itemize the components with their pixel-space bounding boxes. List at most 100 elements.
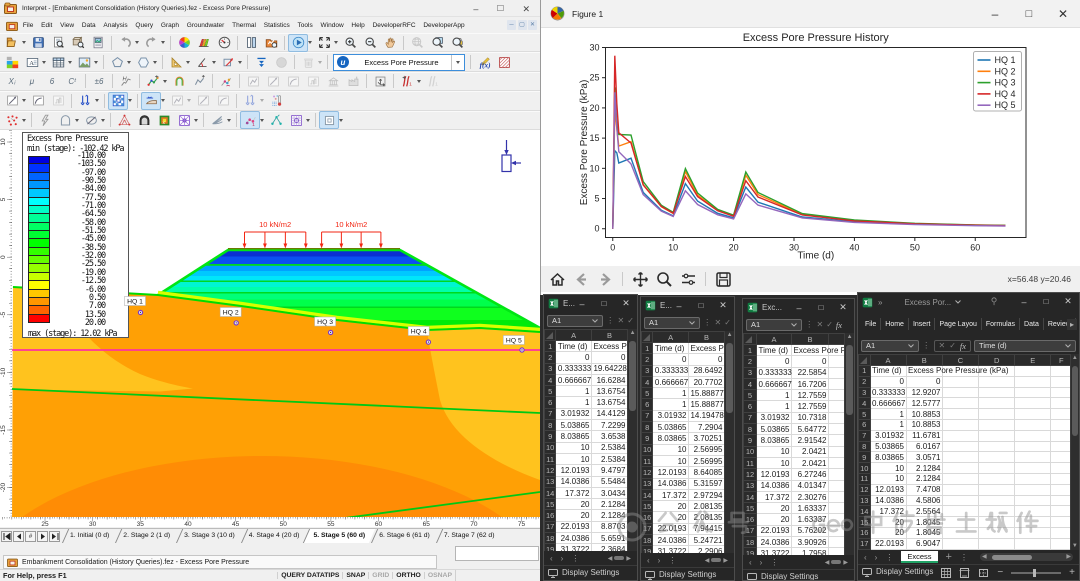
name-box[interactable]: A1 — [746, 319, 802, 331]
excel-minimize-button[interactable]: – — [668, 301, 690, 311]
cell[interactable]: 0.666667 — [757, 378, 792, 389]
cell[interactable] — [943, 452, 979, 463]
row-header[interactable]: 18 — [744, 537, 757, 548]
figure-plot-area[interactable]: Excess Pore Pressure History010203040506… — [541, 28, 1080, 266]
show-queries-button[interactable]: 1 — [397, 72, 417, 90]
vertical-scrollbar[interactable]: ▲ — [844, 333, 854, 555]
row-header[interactable]: 17 — [642, 523, 653, 534]
cell[interactable] — [1015, 376, 1051, 387]
cell[interactable]: 13.6754 — [591, 397, 627, 408]
cell[interactable]: 15.88877 — [688, 399, 724, 410]
row-header[interactable]: 15 — [744, 503, 757, 514]
cell[interactable]: 6.9047 — [906, 538, 943, 549]
measure-button[interactable] — [166, 53, 186, 71]
cell[interactable]: 16.7206 — [792, 378, 829, 389]
save-figure-button[interactable] — [713, 270, 733, 288]
cell[interactable] — [979, 387, 1015, 398]
material-query-gray-button[interactable] — [48, 92, 68, 110]
cell[interactable]: 0 — [870, 376, 906, 387]
stage-tool-2-button[interactable] — [193, 92, 213, 110]
show-water-table-button[interactable] — [141, 92, 161, 110]
cell[interactable] — [979, 409, 1015, 420]
cell[interactable]: 5.24721 — [688, 535, 724, 546]
vertical-scrollbar[interactable]: ▲ — [724, 331, 734, 553]
cell[interactable]: 20.7702 — [688, 376, 724, 387]
column-header[interactable]: B — [906, 355, 943, 366]
select-all-corner[interactable] — [744, 334, 757, 345]
project-settings-button[interactable] — [261, 34, 281, 52]
cell[interactable]: 12.7559 — [792, 401, 829, 412]
export-image-button[interactable] — [88, 34, 108, 52]
row-header[interactable]: 7 — [545, 408, 556, 419]
row-header[interactable]: 3 — [744, 367, 757, 378]
stage-tab-4[interactable]: 4. Stage 4 (20 d) — [239, 529, 304, 543]
dropdown-caret[interactable] — [318, 61, 322, 64]
cell[interactable] — [943, 538, 979, 549]
cell[interactable]: 2.5384 — [591, 453, 627, 464]
cell[interactable]: Excess Po — [591, 341, 627, 352]
cell[interactable]: 8.8703 — [591, 521, 627, 532]
excel-minimize-button[interactable]: – — [788, 303, 810, 313]
graph-arrow-button[interactable] — [263, 72, 283, 90]
row-header[interactable]: 12 — [744, 469, 757, 480]
cell[interactable]: 10 — [556, 442, 592, 453]
fan-button[interactable] — [207, 111, 227, 129]
cell[interactable] — [979, 527, 1015, 538]
cell[interactable] — [1015, 366, 1051, 377]
cell[interactable]: 10 — [757, 446, 792, 457]
interpret-minimize-button[interactable]: – — [473, 4, 478, 14]
six-button[interactable]: 6 — [42, 72, 62, 90]
cell[interactable]: 6.27246 — [792, 469, 829, 480]
cell[interactable]: 0 — [792, 356, 829, 367]
cell[interactable]: 20 — [556, 510, 592, 521]
name-box[interactable]: A1 — [861, 340, 919, 352]
horizontal-scrollbar[interactable]: ◀▶ — [980, 553, 1073, 561]
dial-button[interactable] — [214, 34, 234, 52]
cell[interactable] — [979, 463, 1015, 474]
cell[interactable]: 5.64772 — [792, 424, 829, 435]
plusminus-button[interactable]: ±6 — [89, 72, 109, 90]
cell[interactable]: 5.31597 — [688, 478, 724, 489]
row-header[interactable]: 18 — [642, 535, 653, 546]
cell[interactable]: 3.01932 — [757, 412, 792, 423]
cell[interactable]: 10.8853 — [906, 409, 943, 420]
legend-toggle-button[interactable] — [2, 53, 22, 71]
cell[interactable]: 12.0193 — [556, 465, 592, 476]
cell[interactable]: 12.7559 — [792, 390, 829, 401]
row-header[interactable]: 9 — [744, 435, 757, 446]
cell[interactable] — [943, 473, 979, 484]
angle-button[interactable] — [192, 53, 212, 71]
cell[interactable]: 2.91542 — [792, 435, 829, 446]
row-header[interactable]: 15 — [642, 501, 653, 512]
status-toggle-ortho[interactable]: ORTHO — [392, 572, 424, 579]
cell[interactable]: 12.5777 — [906, 398, 943, 409]
cell[interactable]: 7.4708 — [906, 484, 943, 495]
user-data-button[interactable]: f(x) — [474, 53, 494, 71]
add-table-button[interactable] — [48, 53, 68, 71]
cell[interactable]: 22.0193 — [556, 521, 592, 532]
cell[interactable]: 10 — [653, 455, 689, 466]
cell[interactable]: 1 — [757, 390, 792, 401]
excel-grid[interactable]: AB1Time (d)Excess Pore P20030.33333322.5… — [743, 333, 854, 555]
history-query-point[interactable]: HQ 5 — [503, 336, 524, 353]
cell[interactable]: 3.90926 — [792, 537, 829, 548]
cell[interactable]: 2.30276 — [792, 491, 829, 502]
row-header[interactable]: 12 — [545, 465, 556, 476]
cell[interactable]: 17.372 — [757, 491, 792, 502]
cell[interactable]: 3.0571 — [906, 452, 943, 463]
row-header[interactable]: 4 — [744, 378, 757, 389]
sheet-menu-dots-icon[interactable]: ⋮ — [885, 553, 893, 562]
zoom-all-button[interactable] — [314, 34, 334, 52]
dropdown-caret[interactable] — [417, 80, 421, 83]
zoom-out-button[interactable] — [360, 34, 380, 52]
dropdown-caret[interactable] — [22, 119, 26, 122]
cell[interactable] — [979, 506, 1015, 517]
stage-tab-1[interactable]: 1. Initial (0 d) — [60, 529, 113, 543]
column-header[interactable]: D — [979, 355, 1015, 366]
query-line-button[interactable] — [189, 72, 209, 90]
row-header[interactable]: 4 — [642, 376, 653, 387]
row-header[interactable]: 14 — [642, 489, 653, 500]
zoom-rect-button[interactable] — [654, 270, 674, 288]
figure-minimize-button[interactable]: – — [978, 0, 1012, 28]
display-settings-label[interactable]: Display Settings — [659, 570, 716, 579]
